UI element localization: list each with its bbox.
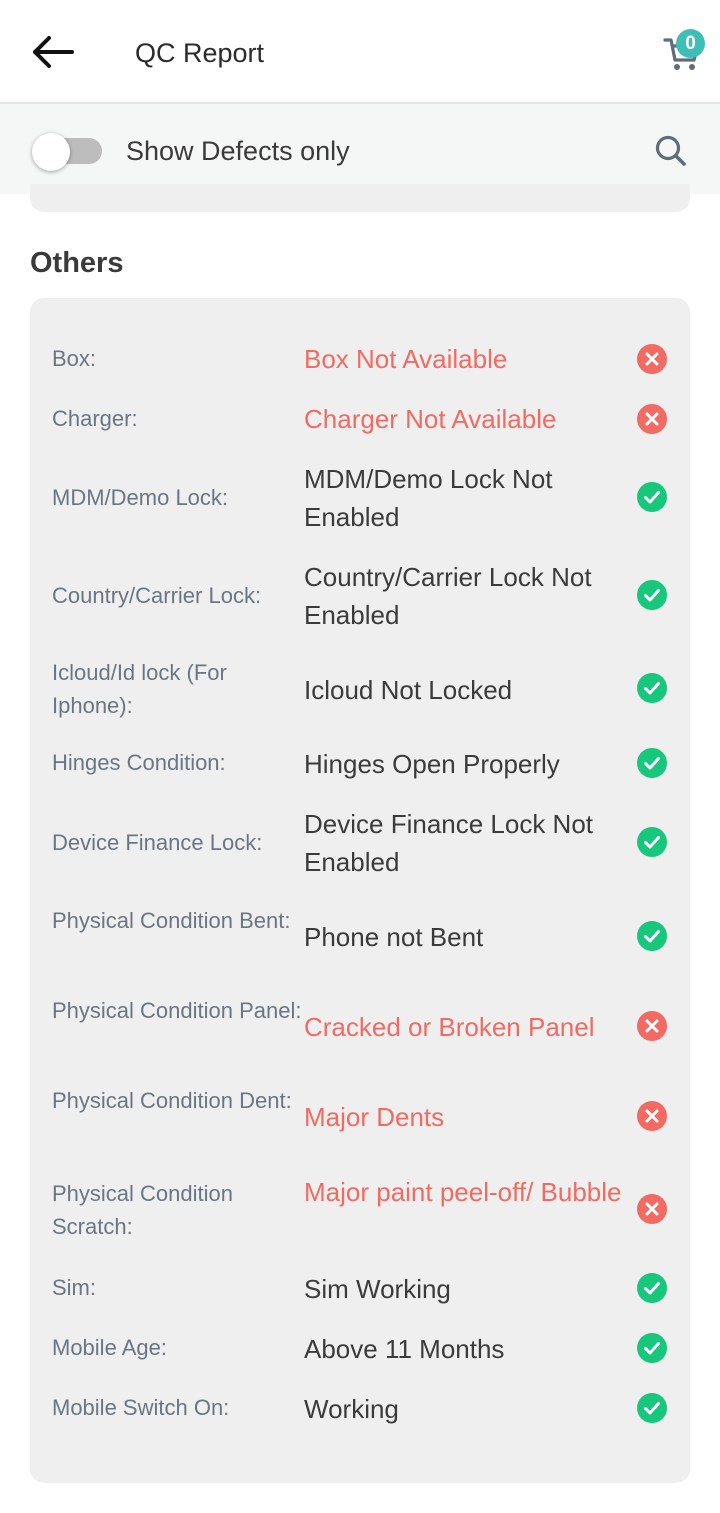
check-status-icon [637,827,667,857]
row-label: Country/Carrier Lock: [52,583,262,608]
row-label: MDM/Demo Lock: [52,485,229,510]
search-icon [655,135,686,166]
qc-row-hinges: Hinges Condition: Hinges Open Properly [30,745,690,787]
qc-row-country-lock: Country/Carrier Lock: Country/Carrier Lo… [30,558,690,634]
row-value: Working [304,1394,399,1424]
defect-status-icon [637,1101,667,1131]
row-value: Device Finance Lock Not Enabled [304,809,594,877]
defect-status-icon [637,1194,667,1224]
section-title: Others [30,247,124,279]
row-value: MDM/Demo Lock Not Enabled [304,464,553,532]
qc-others-card: Box: Box Not Available Charger: Charger … [30,298,690,1483]
row-value: Major paint peel-off/ Bubble [304,1177,622,1207]
qc-row-mobile-age: Mobile Age: Above 11 Months [30,1330,690,1372]
row-label: Physical Condition Scratch: [52,1181,233,1239]
row-label: Hinges Condition: [52,750,226,775]
qc-row-icloud-lock: Icloud/Id lock (For Iphone): Icloud Not … [30,654,690,724]
qc-row-box: Box: Box Not Available [30,338,690,380]
toggle-thumb [32,133,70,171]
filter-bar [0,104,720,194]
check-status-icon [637,748,667,778]
qc-row-panel: Physical Condition Panel: Cracked or Bro… [30,992,690,1062]
row-label: Sim: [52,1275,96,1300]
row-value: Icloud Not Locked [304,675,513,705]
previous-card-edge [30,184,690,212]
search-button[interactable] [648,128,694,174]
row-value: Major Dents [304,1102,445,1132]
row-label: Box: [52,346,97,371]
cart-count-badge: 0 [676,29,705,58]
row-label: Physical Condition Dent: [52,1088,292,1113]
row-label: Physical Condition Panel: [52,998,302,1023]
row-label: Physical Condition Bent: [52,908,291,933]
check-status-icon [637,921,667,951]
check-status-icon [637,482,667,512]
row-value: Hinges Open Properly [304,749,560,779]
qc-row-bent: Physical Condition Bent: Phone not Bent [30,902,690,972]
row-label: Icloud/Id lock (For Iphone): [52,660,227,718]
show-defects-toggle[interactable] [32,133,104,171]
qc-row-dent: Physical Condition Dent: Major Dents [30,1082,690,1152]
qc-row-charger: Charger: Charger Not Available [30,398,690,440]
app-header: QC Report 0 [0,0,720,104]
row-value: Box Not Available [304,344,508,374]
defect-status-icon [637,404,667,434]
row-value: Above 11 Months [304,1334,505,1364]
qc-row-scratch: Physical Condition Scratch: Major paint … [30,1173,690,1249]
row-label: Mobile Age: [52,1335,167,1360]
qc-row-mdm-lock: MDM/Demo Lock: MDM/Demo Lock Not Enabled [30,460,690,536]
show-defects-label: Show Defects only [126,136,350,166]
qc-row-sim: Sim: Sim Working [30,1270,690,1312]
row-value: Country/Carrier Lock Not Enabled [304,562,592,630]
row-value: Sim Working [304,1274,451,1304]
qc-row-finance-lock: Device Finance Lock: Device Finance Lock… [30,805,690,881]
row-value: Phone not Bent [304,922,484,952]
check-status-icon [637,580,667,610]
row-value: Charger Not Available [304,404,557,434]
check-status-icon [637,1273,667,1303]
back-button[interactable] [28,30,76,74]
row-value: Cracked or Broken Panel [304,1012,595,1042]
page-title: QC Report [135,38,265,68]
check-status-icon [637,1333,667,1363]
defect-status-icon [637,1011,667,1041]
defect-status-icon [637,344,667,374]
check-status-icon [637,673,667,703]
row-label: Device Finance Lock: [52,830,263,855]
check-status-icon [637,1393,667,1423]
arrow-left-icon [33,36,74,68]
row-label: Mobile Switch On: [52,1395,230,1420]
qc-row-switch-on: Mobile Switch On: Working [30,1390,690,1432]
row-label: Charger: [52,406,138,431]
